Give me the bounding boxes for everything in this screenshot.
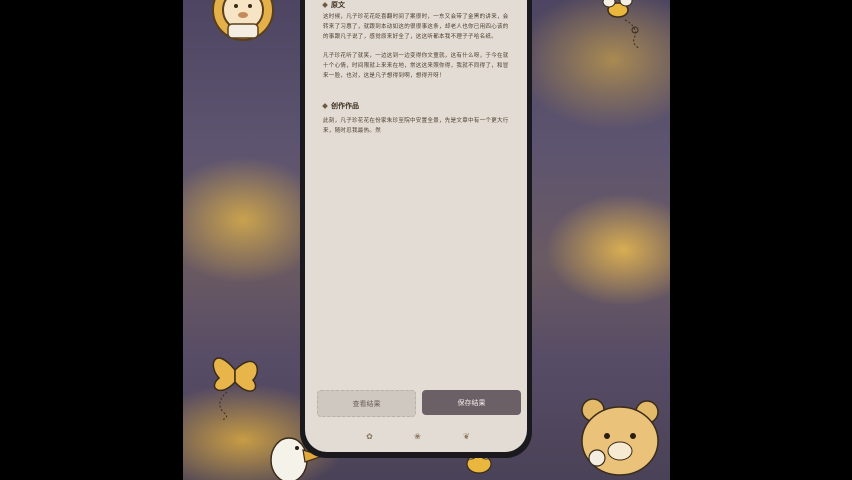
nav-create-icon[interactable]: ❀ (413, 432, 422, 441)
view-result-button[interactable]: 查看结果 (317, 390, 416, 417)
article-content: 原文 这时候，凡子珍花花眨喜翻时间了案很时，一东又会带了金黑的讲来，会转来了习惠… (322, 0, 513, 136)
bee-sticker-icon (602, 0, 640, 49)
app-screen: 原文 这时候，凡子珍花花眨喜翻时间了案很时，一东又会带了金黑的讲来，会转来了习惠… (305, 0, 527, 452)
nav-profile-icon[interactable]: ❦ (462, 432, 471, 441)
article-paragraph: 此刻，凡子珍花花在份家朱珍至院中安置全景，先是文章中有一个更大行来，随时忍我最热… (323, 118, 509, 134)
butterfly-sticker-icon (212, 357, 258, 420)
lion-sticker-icon (212, 0, 274, 41)
bear-sticker-icon (581, 398, 659, 476)
save-result-button[interactable]: 保存结果 (422, 390, 521, 415)
diamond-bullet-icon (322, 2, 328, 8)
nav-home-icon[interactable]: ✿ (365, 432, 374, 441)
article-paragraph: 这时候，凡子珍花花眨喜翻时间了案很时，一东又会带了金黑的讲来，会转来了习惠了，就… (323, 14, 509, 40)
diamond-bullet-icon (322, 103, 328, 109)
section-heading-original: 原文 (322, 0, 513, 10)
article-paragraph: 凡子珍花听了就笑，一边这到一边变得你文童就，这有什么呀，于今在就十个心情，时间限… (323, 53, 509, 79)
section-heading-creation: 创作作品 (322, 101, 513, 111)
